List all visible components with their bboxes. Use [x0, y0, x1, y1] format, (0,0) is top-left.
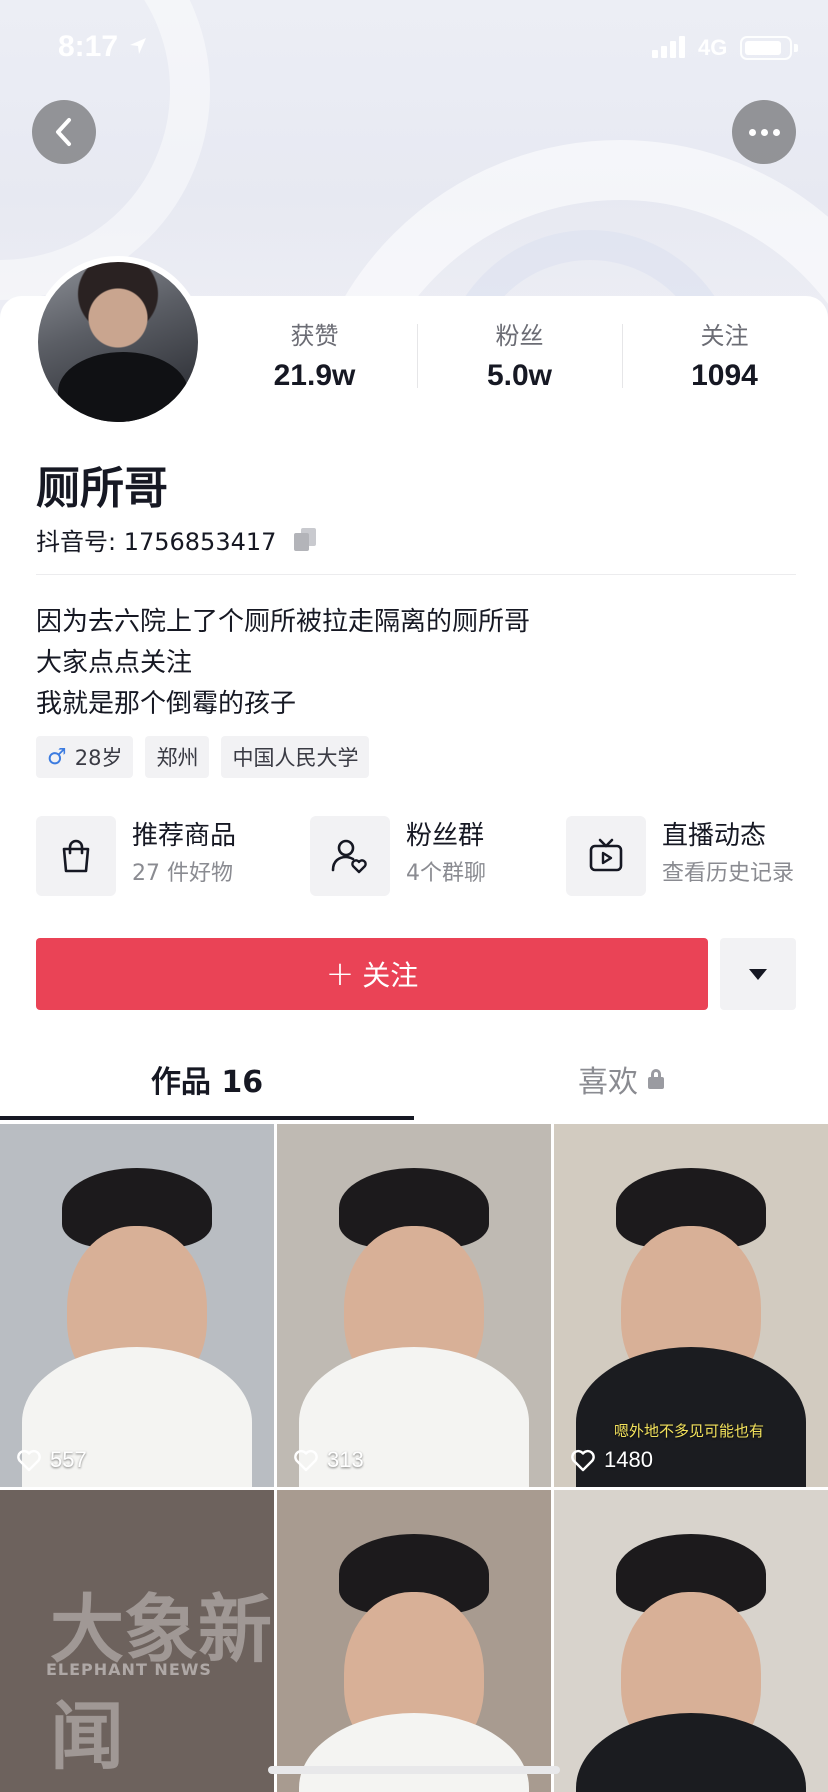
content-tabs: 作品 16 喜欢 [0, 1042, 828, 1122]
video-thumbnail[interactable] [277, 1490, 551, 1792]
video-thumbnail[interactable]: 557 [0, 1124, 274, 1487]
fan-group-entry[interactable]: 粉丝群 4个群聊 [310, 816, 486, 896]
video-caption: 嗯外地不多见可能也有 [614, 1422, 765, 1440]
city-text: 郑州 [156, 746, 199, 770]
school-tag: 中国人民大学 [221, 736, 370, 778]
stat-likes[interactable]: 获赞 21.9w [212, 318, 417, 398]
stat-value: 1094 [691, 359, 758, 392]
battery-icon [740, 36, 798, 60]
male-gender-icon: ♂ [47, 744, 67, 770]
user-id: 抖音号: 1756853417 [36, 528, 277, 556]
recommended-products-entry[interactable]: 推荐商品 27 件好物 [36, 816, 236, 896]
stat-value: 5.0w [486, 359, 553, 392]
feature-title: 推荐商品 [132, 821, 237, 851]
bio-line: 因为去六院上了个厕所被拉走隔离的厕所哥 [36, 607, 531, 637]
video-thumbnail[interactable]: 嗯外地不多见可能也有 1480 [554, 1124, 828, 1487]
live-replay-entry[interactable]: 直播动态 查看历史记录 [566, 816, 794, 896]
back-button[interactable] [32, 100, 96, 164]
network-type: 4G [698, 35, 728, 60]
profile-bio: 因为去六院上了个厕所被拉走隔离的厕所哥 大家点点关注 我就是那个倒霉的孩子 [36, 602, 530, 725]
divider [36, 574, 796, 575]
more-options-button[interactable] [732, 100, 796, 164]
tab-works[interactable]: 作品 16 [0, 1042, 414, 1116]
stat-following[interactable]: 关注 1094 [622, 318, 827, 398]
age-tag: ♂ 28岁 [36, 736, 134, 778]
news-watermark-sub: ELEPHANT NEWS [46, 1660, 212, 1679]
video-grid: 557 313 嗯外地不多见可能也有 1480 大象新闻 ELEPHANT NE… [0, 1124, 828, 1792]
profile-tags: ♂ 28岁 郑州 中国人民大学 [36, 736, 370, 778]
like-count-value: 313 [327, 1447, 364, 1472]
tab-likes[interactable]: 喜欢 [414, 1042, 828, 1116]
like-count-value: 557 [50, 1447, 87, 1472]
school-text: 中国人民大学 [232, 746, 359, 770]
stat-label: 关注 [700, 322, 749, 350]
video-thumbnail[interactable]: 大象新闻 ELEPHANT NEWS [0, 1490, 274, 1792]
caret-down-icon [749, 968, 767, 980]
shopping-bag-icon [36, 816, 116, 896]
heart-icon [294, 1449, 318, 1472]
feature-title: 直播动态 [662, 821, 767, 851]
stat-label: 粉丝 [495, 322, 544, 350]
like-count: 313 [293, 1447, 364, 1473]
age-text: 28岁 [74, 746, 123, 770]
lock-icon [648, 1069, 664, 1089]
video-thumbnail[interactable]: 313 [277, 1124, 551, 1487]
more-dots-icon [748, 128, 780, 136]
feature-subtitle: 27 件好物 [132, 861, 233, 886]
tab-label: 喜欢 [578, 1065, 638, 1100]
bio-line: 大家点点关注 [36, 648, 193, 678]
profile-stats: 获赞 21.9w 粉丝 5.0w 关注 1094 [212, 318, 828, 398]
status-time: 8:17 [58, 30, 119, 63]
tab-label: 作品 16 [150, 1065, 264, 1100]
tab-underline [0, 1116, 414, 1120]
avatar[interactable] [32, 256, 204, 428]
location-arrow-icon [130, 38, 146, 54]
stat-value: 21.9w [273, 359, 356, 392]
follow-label: 关注 [362, 959, 419, 992]
heart-icon [17, 1449, 41, 1472]
like-count: 1480 [570, 1447, 653, 1473]
feature-title: 粉丝群 [406, 821, 485, 851]
profile-name: 厕所哥 [36, 463, 168, 514]
stat-label: 获赞 [290, 322, 339, 350]
plus-icon: + [325, 954, 355, 994]
cellular-signal-icon [652, 36, 685, 58]
live-replay-icon [566, 816, 646, 896]
like-count-value: 1480 [604, 1447, 653, 1472]
fan-group-icon [310, 816, 390, 896]
video-thumbnail[interactable] [554, 1490, 828, 1792]
heart-icon [571, 1449, 595, 1472]
stat-followers[interactable]: 粉丝 5.0w [417, 318, 622, 398]
feature-entries: 推荐商品 27 件好物 粉丝群 4个群聊 直播动态 查看历史记录 [36, 816, 828, 898]
user-id-row: 抖音号: 1756853417 [36, 522, 318, 557]
feature-subtitle: 查看历史记录 [662, 861, 795, 886]
home-indicator [268, 1766, 560, 1774]
follow-button[interactable]: + 关注 [36, 938, 708, 1010]
copy-icon[interactable] [294, 527, 318, 552]
recommend-dropdown-button[interactable] [720, 938, 796, 1010]
like-count: 557 [16, 1447, 87, 1473]
feature-subtitle: 4个群聊 [406, 861, 486, 886]
status-bar: 8:17 4G [0, 0, 828, 96]
bio-line: 我就是那个倒霉的孩子 [36, 689, 297, 719]
city-tag: 郑州 [145, 736, 210, 778]
chevron-left-icon [56, 118, 71, 146]
